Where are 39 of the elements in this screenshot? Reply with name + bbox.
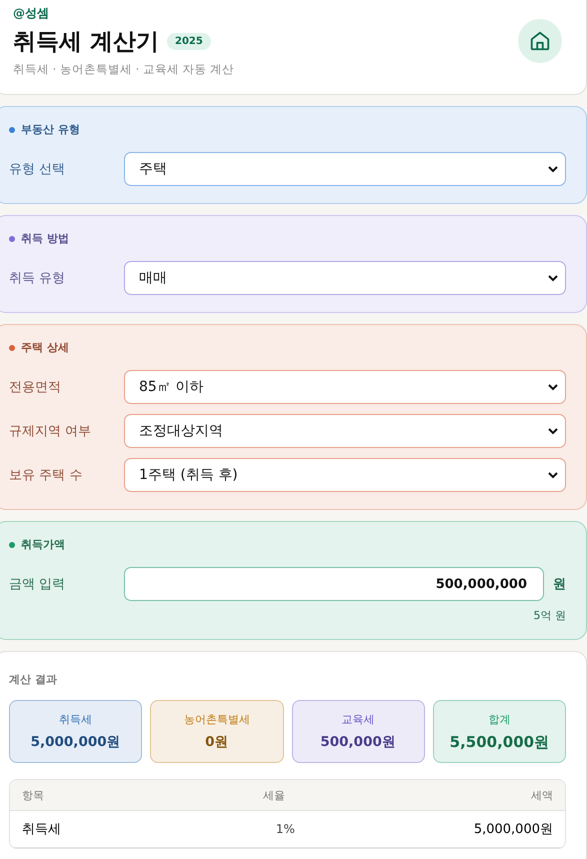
home-icon — [529, 30, 551, 52]
select-field[interactable]: 주택 — [124, 152, 566, 186]
section-title: 취득가액 — [21, 537, 65, 552]
section-title: 부동산 유형 — [21, 122, 80, 137]
column-header: 세율 — [144, 780, 345, 811]
amount-hint: 5억 원 — [534, 609, 566, 622]
table-cell: 5,000,000원 — [344, 811, 565, 848]
field-label: 규제지역 여부 — [9, 423, 92, 440]
section-title: 주택 상세 — [21, 340, 69, 355]
summary-amount: 5,000,000원 — [30, 733, 121, 751]
subtitle: 취득세 · 농어촌특별세 · 교육세 자동 계산 — [13, 62, 234, 77]
year-badge: 2025 — [167, 33, 211, 50]
select-field[interactable]: 매매 — [124, 261, 566, 295]
field-label: 취득 유형 — [9, 270, 66, 287]
column-header: 세액 — [344, 780, 565, 811]
summary-label: 교육세 — [342, 712, 375, 727]
summary-label: 취득세 — [59, 712, 92, 727]
field-label: 전용면적 — [9, 379, 62, 396]
unit-label: 원 — [553, 576, 566, 593]
table-cell: 1% — [144, 811, 345, 848]
page-title: 취득세 계산기 — [13, 28, 160, 57]
field-label: 유형 선택 — [9, 161, 66, 178]
column-header: 항목 — [10, 780, 144, 811]
field-label: 금액 입력 — [9, 576, 66, 593]
amount-input[interactable]: 500,000,000 — [124, 567, 544, 601]
summary-label: 농어촌특별세 — [184, 712, 250, 727]
select-field[interactable]: 1주택 (취득 후) — [124, 458, 566, 492]
table-cell: 취득세 — [10, 811, 144, 848]
author-handle: @성셈 — [13, 5, 50, 22]
summary-label: 합계 — [488, 712, 510, 726]
summary-amount: 0원 — [205, 733, 229, 751]
section-title: 취득 방법 — [21, 231, 69, 246]
summary-amount: 500,000원 — [320, 733, 396, 751]
results-title: 계산 결과 — [9, 672, 58, 687]
home-button[interactable] — [518, 19, 562, 63]
select-field[interactable]: 85㎡ 이하 — [124, 370, 566, 404]
select-field[interactable]: 조정대상지역 — [124, 414, 566, 448]
field-label: 보유 주택 수 — [9, 467, 84, 484]
summary-amount: 5,500,000원 — [450, 732, 550, 752]
